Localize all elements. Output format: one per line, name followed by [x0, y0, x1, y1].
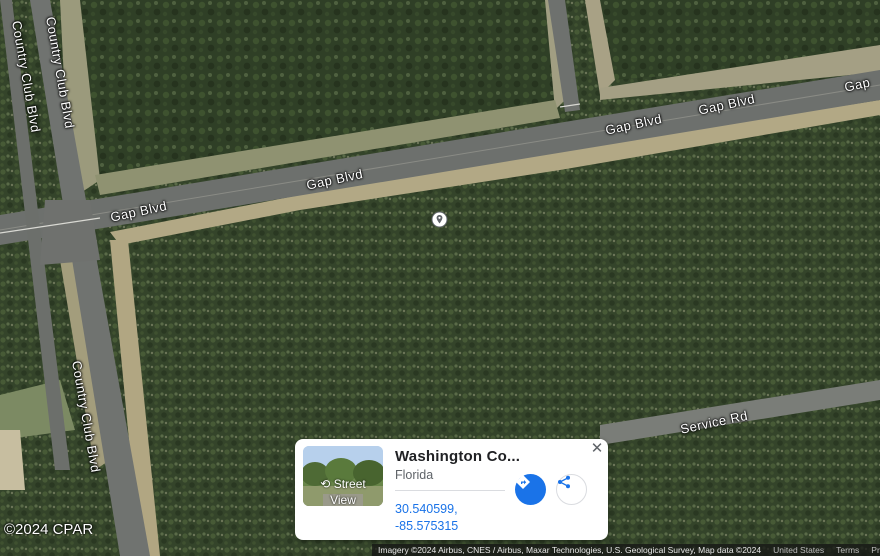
- latitude: 30.540599,: [395, 502, 458, 516]
- attribution-bar: Imagery ©2024 Airbus, CNES / Airbus, Max…: [372, 544, 880, 556]
- card-divider: [395, 490, 505, 491]
- satellite-map[interactable]: Country Club Blvd Country Club Blvd Gap …: [0, 0, 880, 556]
- terms-link[interactable]: Terms: [830, 545, 865, 555]
- imagery-attribution: Imagery ©2024 Airbus, CNES / Airbus, Max…: [378, 545, 762, 555]
- street-view-icon: ⟲: [320, 477, 331, 491]
- longitude: -85.575315: [395, 519, 459, 533]
- street-view-label-line1: Street: [333, 477, 366, 491]
- country-link[interactable]: United States: [767, 545, 830, 555]
- street-view-thumbnail[interactable]: ⟲ Street View: [303, 446, 383, 506]
- share-button[interactable]: [556, 474, 587, 505]
- directions-button[interactable]: [515, 474, 546, 505]
- location-pin-icon[interactable]: [431, 211, 448, 228]
- privacy-link[interactable]: Privacy: [865, 545, 880, 555]
- place-subtitle: Florida: [395, 468, 434, 482]
- share-icon: [558, 475, 570, 489]
- street-view-label-line2: View: [330, 493, 356, 506]
- close-icon[interactable]: ✕: [589, 441, 605, 457]
- street-view-label: ⟲ Street View: [303, 476, 383, 506]
- place-title[interactable]: Washington Co...: [395, 448, 520, 465]
- coordinates-link[interactable]: 30.540599, -85.575315: [395, 501, 458, 535]
- place-card: ⟲ Street View Washington Co... Florida 3…: [295, 439, 608, 540]
- watermark: ©2024 CPAR: [4, 521, 94, 538]
- directions-icon: [516, 475, 530, 489]
